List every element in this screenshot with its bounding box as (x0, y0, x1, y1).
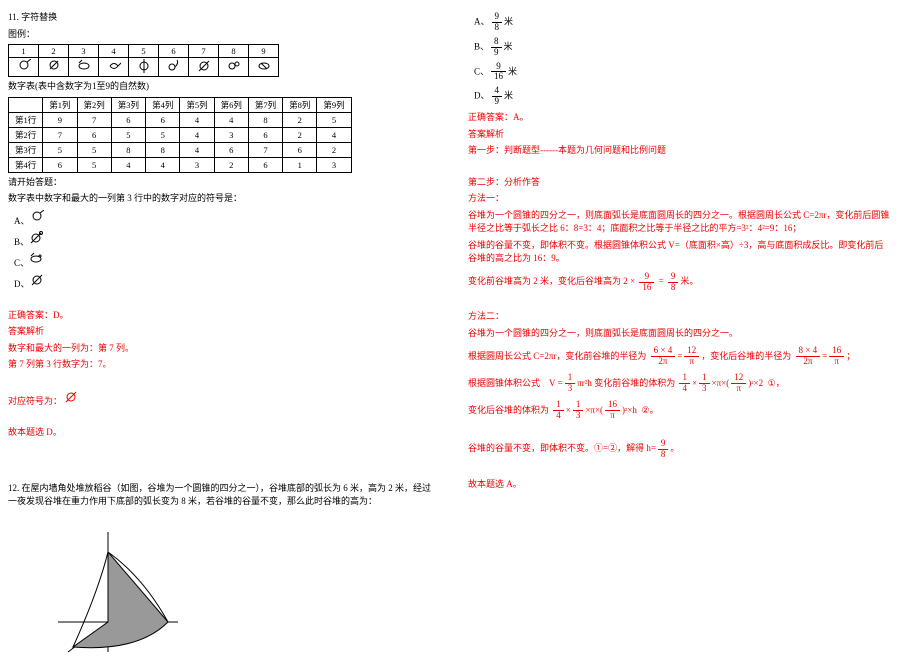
method2-label: 方法二： (468, 310, 892, 324)
option-c-q12: C、916米 (474, 62, 892, 83)
option-b: B、 (14, 231, 432, 248)
step2: 第二步：分析作答 (468, 176, 892, 190)
option-c: C、 (14, 252, 432, 269)
table-row: 第3行558846762 (9, 142, 352, 157)
analysis-conclusion: 故本题选 D。 (8, 426, 432, 440)
begin-text: 请开始答题： (8, 176, 432, 190)
table-row: 第4行654432613 (9, 157, 352, 172)
question-text: 数字表中数字和最大的一列第 3 行中的数字对应的符号是： (8, 192, 432, 206)
q12-text: 12. 在屋内墙角处堆放稻谷（如图，谷堆为一个圆锥的四分之一），谷堆底部的弧长为… (8, 482, 432, 509)
symbol-1-icon (17, 59, 31, 73)
cone-formula: 根据圆锥体积公式 V = 13 πr²h (468, 373, 592, 394)
m1-line1: 谷堆为一个圆锥的四分之一，则底面弧长是底面圆周长的四分之一。根据圆周长公式 C=… (468, 209, 892, 236)
symbol-8-icon (227, 59, 241, 73)
table-row: 第1行976644825 (9, 112, 352, 127)
legend-header-row: 1 2 3 4 5 6 7 8 9 (9, 45, 279, 58)
option-b-symbol-icon (29, 231, 43, 245)
volume-after: 变化后谷堆的体积为 14 × 13 × π × (16π)² × h ② 。 (468, 400, 658, 421)
correct-answer-q12: 正确答案：A。 (468, 111, 892, 125)
symbol-5-icon (137, 59, 151, 73)
step1: 第一步：判断题型------本题为几何问题和比例问题 (468, 144, 892, 158)
option-d-symbol-icon (30, 273, 44, 287)
legend-table: 1 2 3 4 5 6 7 8 9 (8, 44, 279, 77)
option-d-q12: D、49米 (474, 86, 892, 107)
m1-equation: 变化前谷堆高为 2 米，变化后谷堆高为 2 × 916 = 98 米。 (468, 272, 698, 293)
symbol-9-icon (257, 59, 271, 73)
option-a-q12: A、98米 (474, 12, 892, 33)
legend-symbol-row (9, 58, 279, 77)
symbol-3-icon (77, 59, 91, 73)
left-column: 11. 字符替换 图例： 1 2 3 4 5 6 7 8 9 数字表(表中含数字… (0, 0, 440, 672)
option-a-symbol-icon (30, 210, 44, 224)
option-c-symbol-icon (29, 252, 43, 266)
cone-quarter-icon (48, 522, 228, 662)
table-caption: 数字表(表中含数字为1至9的自然数) (8, 80, 432, 94)
final-conclusion: 故本题选 A。 (468, 478, 892, 492)
number-table: 第1列 第2列 第3列 第4列 第5列 第6列 第7列 第8列 第9列 第1行9… (8, 97, 352, 173)
analysis-label-q12: 答案解析 (468, 128, 892, 142)
method1-label: 方法一： (468, 192, 892, 206)
m2-radius-eq: 根据圆周长公式 C=2πr，变化前谷堆的半径为 6 × 42π = 12π ，变… (468, 346, 855, 367)
legend-label: 图例： (8, 28, 432, 42)
symbol-6-icon (167, 59, 181, 73)
analysis-line: 第 7 列第 3 行数字为：7。 (8, 358, 432, 372)
analysis-symbol: 对应符号为： (8, 390, 432, 409)
option-a: A、 (14, 210, 432, 227)
m2-line1: 谷堆为一个圆锥的四分之一，则底面弧长是底面圆周长的四分之一。 (468, 327, 892, 341)
correct-answer: 正确答案：D。 (8, 309, 432, 323)
analysis-label: 答案解析 (8, 325, 432, 339)
table-row: 第2行765543624 (9, 127, 352, 142)
symbol-4-icon (107, 59, 121, 73)
right-column: A、98米 B、89米 C、916米 D、49米 正确答案：A。 答案解析 第一… (460, 0, 900, 502)
symbol-2-icon (47, 59, 61, 73)
option-b-q12: B、89米 (474, 37, 892, 58)
volume-before: 变化前谷堆的体积为 14 × 13 × π × (12π)² × 2 ① ， (594, 373, 784, 394)
final-eq: 谷堆的谷量不变，即体积不变。①=②，解得 h= 98 。 (468, 439, 679, 460)
option-d: D、 (14, 273, 432, 290)
symbol-7-icon (197, 59, 211, 73)
m1-line2: 谷堆的谷量不变，即体积不变。根据圆锥体积公式 V=（底面积×高）÷3，高与底面积… (468, 239, 892, 266)
answer-symbol-icon (64, 390, 78, 404)
q11-title: 11. 字符替换 (8, 11, 432, 25)
num-header: 第1列 第2列 第3列 第4列 第5列 第6列 第7列 第8列 第9列 (9, 97, 352, 112)
analysis-line: 数字和最大的一列为：第 7 列。 (8, 342, 432, 356)
